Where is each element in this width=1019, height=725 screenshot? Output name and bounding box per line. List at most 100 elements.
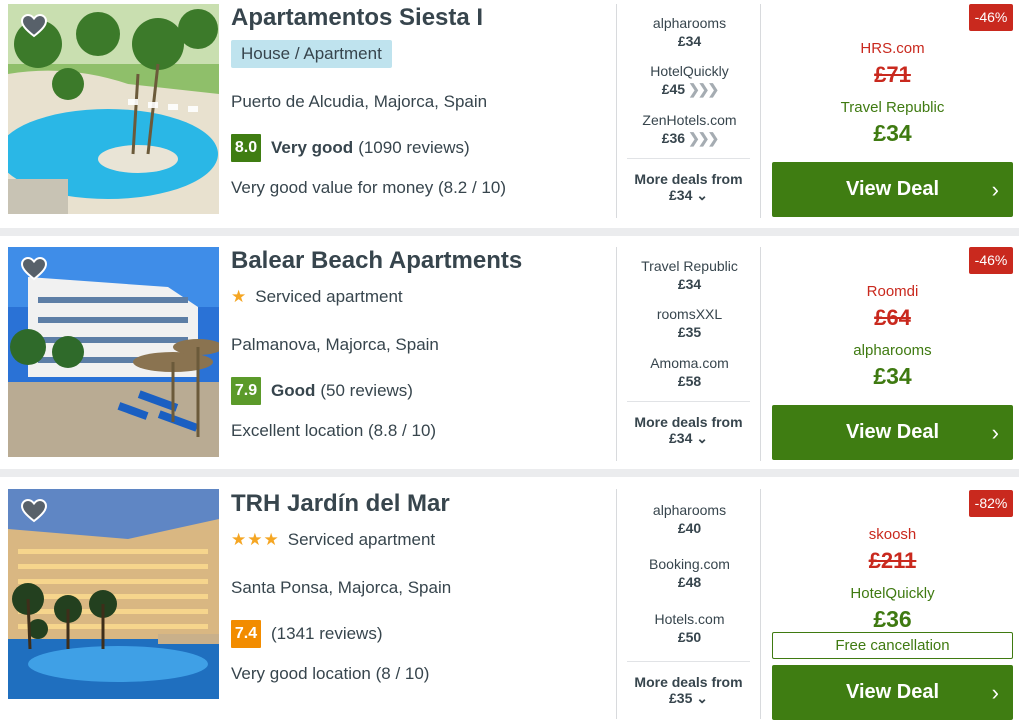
original-provider[interactable]: skoosh <box>772 526 1013 543</box>
hotel-photo[interactable] <box>8 4 219 214</box>
deal-provider: Amoma.com <box>650 355 729 371</box>
review-count: (50 reviews) <box>320 381 413 400</box>
more-deals-button[interactable]: More deals from £35 ⌄ <box>627 661 750 707</box>
free-cancellation-badge: Free cancellation <box>772 632 1013 659</box>
best-price[interactable]: £36 <box>772 606 1013 633</box>
deal-price: £34 <box>677 276 702 292</box>
original-provider[interactable]: Roomdi <box>772 283 1013 300</box>
hotel-name[interactable]: Balear Beach Apartments <box>231 247 522 275</box>
deal-item[interactable]: ZenHotels.com £36 ❯❯❯ <box>617 112 762 147</box>
best-price[interactable]: £34 <box>772 120 1013 147</box>
view-deal-label: View Deal <box>845 421 940 443</box>
more-deals-label: More deals from <box>634 674 743 690</box>
deal-item[interactable]: Travel Republic £34 <box>617 258 762 292</box>
chevrons-icon: ❯❯❯ <box>688 130 719 146</box>
deal-price: £58 <box>677 373 702 389</box>
rating-row[interactable]: 7.9 Good (50 reviews) <box>231 377 413 405</box>
rating-score: 8.0 <box>231 134 261 162</box>
deal-provider: Hotels.com <box>654 611 725 627</box>
other-deals: alpharooms £34 HotelQuickly £45 ❯❯❯ ZenHo… <box>616 4 761 218</box>
rating-row[interactable]: 7.4 (1341 reviews) <box>231 620 383 648</box>
review-count: (1341 reviews) <box>271 624 383 643</box>
original-price: £64 <box>874 305 911 330</box>
card-divider <box>0 469 1019 477</box>
more-deals-price: £34 ⌄ <box>669 187 708 203</box>
hotel-card: TRH Jardín del Mar ★★★ Serviced apartment… <box>0 477 1019 725</box>
hotel-location[interactable]: Puerto de Alcudia, Majorca, Spain <box>231 92 487 112</box>
chevron-right-icon: › <box>991 177 999 202</box>
more-deals-button[interactable]: More deals from £34 ⌄ <box>627 401 750 447</box>
rating-subtext: Very good location (8 / 10) <box>231 664 430 683</box>
other-deals: Travel Republic £34 roomsXXL £35 Amoma.c… <box>616 247 761 461</box>
deal-price: £36 ❯❯❯ <box>661 130 720 146</box>
view-deal-label: View Deal <box>845 178 940 200</box>
original-price: £211 <box>868 548 917 573</box>
hotel-photo[interactable] <box>8 247 219 457</box>
more-deals-label: More deals from <box>634 171 743 187</box>
deal-item[interactable]: Hotels.com £50 <box>617 611 762 645</box>
chevron-down-icon: ⌄ <box>696 430 708 446</box>
deal-provider: roomsXXL <box>656 306 723 322</box>
chevron-right-icon: › <box>991 680 999 705</box>
deal-item[interactable]: roomsXXL £35 <box>617 306 762 340</box>
hotel-card: Apartamentos Siesta I House / Apartment … <box>0 0 1019 236</box>
rating-score: 7.9 <box>231 377 261 405</box>
hotel-name[interactable]: TRH Jardín del Mar <box>231 490 450 518</box>
more-deals-button[interactable]: More deals from £34 ⌄ <box>627 158 750 204</box>
deal-item[interactable]: HotelQuickly £45 ❯❯❯ <box>617 63 762 98</box>
heart-icon[interactable] <box>21 14 47 38</box>
chevrons-icon: ❯❯❯ <box>688 81 719 97</box>
rating-label: Good <box>271 381 316 400</box>
deal-price: £45 ❯❯❯ <box>661 81 720 97</box>
deal-provider: alpharooms <box>652 15 727 31</box>
best-provider[interactable]: alpharooms <box>772 342 1013 359</box>
accommodation-type: ★★★ Serviced apartment <box>231 530 435 550</box>
review-count: (1090 reviews) <box>358 138 470 157</box>
deal-price: £35 <box>677 324 702 340</box>
deal-price: £34 <box>677 33 702 49</box>
hotel-name[interactable]: Apartamentos Siesta I <box>231 4 483 32</box>
card-divider <box>0 228 1019 236</box>
deal-provider: Booking.com <box>649 556 730 572</box>
rating-subtext: Very good value for money (8.2 / 10) <box>231 178 506 197</box>
best-provider[interactable]: HotelQuickly <box>772 585 1013 602</box>
rating-label: Very good <box>271 138 354 157</box>
deal-item[interactable]: Booking.com £48 <box>617 556 762 590</box>
deal-item[interactable]: alpharooms £34 <box>617 15 762 49</box>
hotel-photo[interactable] <box>8 489 219 699</box>
heart-icon[interactable] <box>21 257 47 281</box>
deal-item[interactable]: alpharooms £40 <box>617 502 762 536</box>
original-provider[interactable]: HRS.com <box>772 40 1013 57</box>
more-deals-label: More deals from <box>634 414 743 430</box>
discount-badge: -46% <box>969 247 1013 274</box>
star-rating-icon: ★★★ <box>231 530 280 549</box>
other-deals: alpharooms £40 Booking.com £48 Hotels.co… <box>616 489 761 719</box>
deal-provider: Travel Republic <box>641 258 738 274</box>
accommodation-type-label: Serviced apartment <box>287 530 436 549</box>
more-deals-price: £35 ⌄ <box>669 690 708 706</box>
view-deal-button[interactable]: View Deal › <box>772 405 1013 460</box>
chevron-right-icon: › <box>991 420 999 445</box>
hotel-card: Balear Beach Apartments ★ Serviced apartm… <box>0 236 1019 477</box>
view-deal-label: View Deal <box>845 681 940 703</box>
hotel-location[interactable]: Santa Ponsa, Majorca, Spain <box>231 578 451 598</box>
rating-row[interactable]: 8.0 Very good (1090 reviews) <box>231 134 470 162</box>
best-provider[interactable]: Travel Republic <box>772 99 1013 116</box>
accommodation-type-badge: House / Apartment <box>231 40 392 68</box>
deal-provider: HotelQuickly <box>650 63 729 79</box>
deal-price: £50 <box>677 629 702 645</box>
deal-item[interactable]: Amoma.com £58 <box>617 355 762 389</box>
view-deal-button[interactable]: View Deal › <box>772 665 1013 720</box>
rating-score: 7.4 <box>231 620 261 648</box>
accommodation-type: ★ Serviced apartment <box>231 287 403 307</box>
best-price[interactable]: £34 <box>772 363 1013 390</box>
original-price: £71 <box>874 62 911 87</box>
heart-icon[interactable] <box>21 499 47 523</box>
chevron-down-icon: ⌄ <box>696 690 708 706</box>
discount-badge: -46% <box>969 4 1013 31</box>
view-deal-button[interactable]: View Deal › <box>772 162 1013 217</box>
more-deals-price: £34 ⌄ <box>669 430 708 446</box>
hotel-location[interactable]: Palmanova, Majorca, Spain <box>231 335 439 355</box>
deal-price: £40 <box>677 520 702 536</box>
star-rating-icon: ★ <box>231 287 248 306</box>
